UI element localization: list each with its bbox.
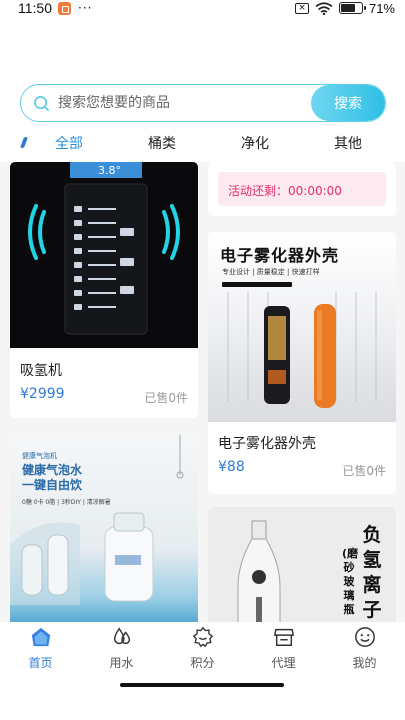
- smiley-profile-icon: [354, 627, 375, 647]
- nav-agent[interactable]: 代理: [243, 622, 324, 678]
- bottle-image-title: 负氢离子: [362, 524, 382, 621]
- nav-profile[interactable]: 我的: [324, 622, 405, 678]
- battery-percent: 71%: [368, 0, 395, 16]
- ecig-shell-illustration: [222, 282, 377, 408]
- more-notifications-icon: ···: [78, 1, 93, 15]
- home-icon: [31, 627, 50, 647]
- product-image-hydrogen-machine: 3.8°: [10, 162, 198, 348]
- bottom-navigation: 首页 用水 积分 代理 我的: [0, 622, 405, 678]
- points-badge-icon: [192, 626, 213, 648]
- tab-barrels[interactable]: 桶类: [148, 133, 176, 153]
- nav-profile-label: 我的: [352, 656, 377, 670]
- battery-icon: [338, 2, 366, 14]
- product-card-activity[interactable]: 活动还剩：00:00:00: [208, 162, 396, 216]
- nav-water-label: 用水: [109, 656, 134, 670]
- svg-text:3.8°: 3.8°: [98, 164, 121, 177]
- product-grid: 3.8° 吸氢机 ¥2999 已售0件 健康气泡机 健康气泡水 一键自由饮 0糖…: [0, 162, 405, 622]
- nav-home-label: 首页: [28, 656, 53, 670]
- product-image-hydrogen-bottle: 负氢离子 (磨砂玻璃瓶: [208, 507, 396, 622]
- product-card-hydrogen-bottle[interactable]: 负氢离子 (磨砂玻璃瓶: [208, 507, 396, 622]
- bubble-machine-illustration: [10, 435, 184, 605]
- product-card-hydrogen-machine[interactable]: 3.8° 吸氢机 ¥2999 已售0件: [10, 162, 198, 418]
- product-title: 电子雾化器外壳: [218, 436, 316, 452]
- status-bar: 11:50 ··· × 71%: [0, 0, 405, 16]
- hydrogen-machine-illustration: 3.8°: [28, 162, 180, 335]
- bottle-image-subtitle: (磨砂玻璃瓶: [342, 547, 359, 616]
- sim-off-icon: ×: [294, 2, 309, 14]
- search-input[interactable]: [58, 95, 311, 111]
- product-price: ¥2999: [20, 386, 65, 402]
- notification-icon: [58, 1, 71, 15]
- store-icon: [273, 628, 294, 646]
- tab-all[interactable]: 全部: [55, 133, 83, 153]
- search-bar: 搜索: [20, 84, 386, 122]
- wifi-icon: [315, 1, 333, 15]
- status-time: 11:50: [18, 0, 52, 16]
- search-button[interactable]: 搜索: [311, 85, 385, 121]
- nav-points[interactable]: 积分: [162, 622, 243, 678]
- product-sold-count: 已售0件: [342, 464, 386, 478]
- activity-countdown: 活动还剩：00:00:00: [218, 172, 386, 206]
- tab-other[interactable]: 其他: [334, 133, 362, 153]
- product-sold-count: 已售0件: [144, 391, 188, 405]
- product-card-bubble-water[interactable]: 健康气泡机 健康气泡水 一键自由饮 0糖 0卡 0脂 | 3秒DIY | 清凉解…: [10, 435, 198, 622]
- home-indicator-bar: [120, 683, 284, 687]
- product-price: ¥88: [218, 459, 245, 475]
- product-title: 吸氢机: [20, 363, 62, 379]
- nav-agent-label: 代理: [271, 656, 296, 670]
- tab-indicator: [19, 137, 29, 148]
- product-image-bubble-water: 健康气泡机 健康气泡水 一键自由饮 0糖 0卡 0脂 | 3秒DIY | 清凉解…: [10, 435, 198, 622]
- nav-water[interactable]: 用水: [81, 622, 162, 678]
- tab-purification[interactable]: 净化: [241, 133, 269, 153]
- product-card-ecig-shell[interactable]: 电子雾化器外壳 专业设计 | 质量稳定 | 快速打样 电子雾化器外壳 ¥88 已…: [208, 232, 396, 494]
- nav-home[interactable]: 首页: [0, 622, 81, 678]
- search-icon: [34, 95, 49, 111]
- nav-points-label: 积分: [190, 656, 215, 670]
- category-tabs: 全部 桶类 净化 其他: [0, 130, 405, 156]
- water-drop-icon: [113, 627, 130, 645]
- product-image-ecig-shell: 电子雾化器外壳 专业设计 | 质量稳定 | 快速打样: [208, 232, 396, 422]
